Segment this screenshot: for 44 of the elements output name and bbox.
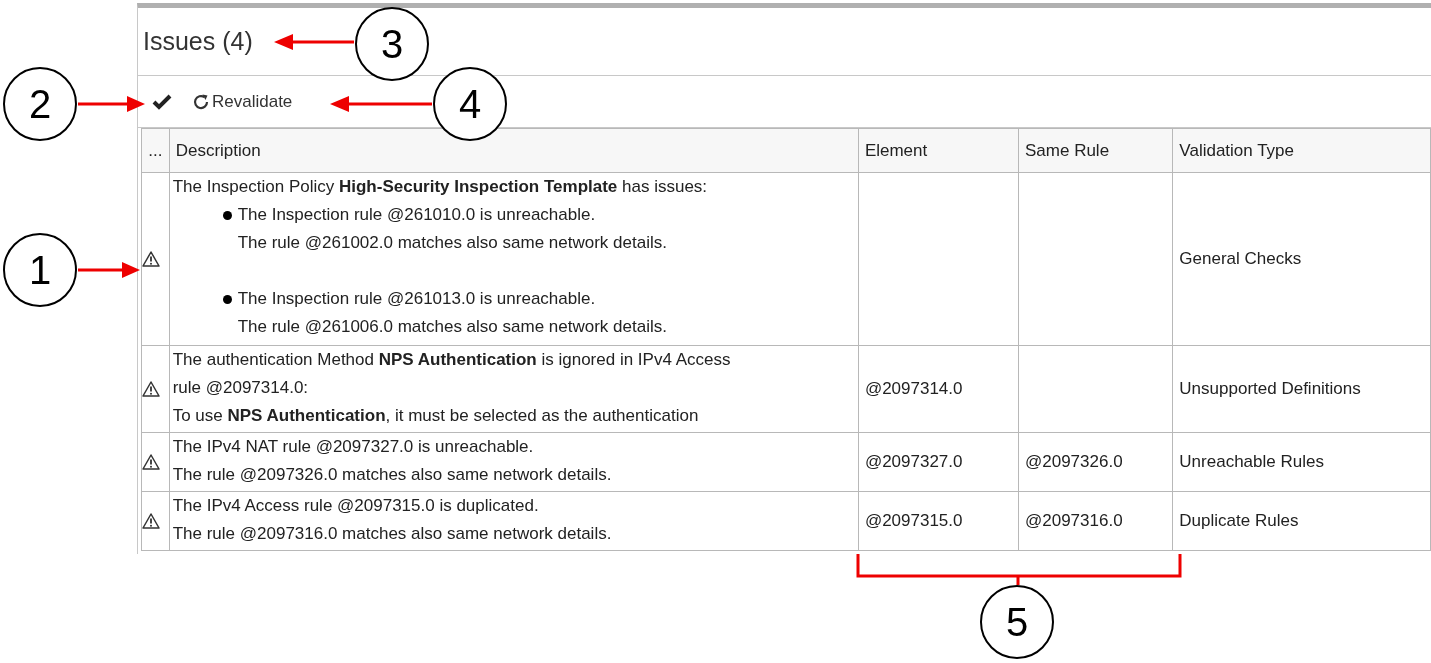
- warning-icon: [142, 381, 160, 397]
- check-button[interactable]: [152, 93, 172, 110]
- bullet-icon: [222, 211, 232, 220]
- callout-arrow: [78, 96, 145, 112]
- column-header[interactable]: Description: [169, 128, 859, 173]
- callout-marker: 2: [3, 67, 77, 141]
- table-cell-text: @2097315.0: [864, 511, 963, 531]
- callout-arrow: [78, 262, 140, 278]
- panel-title: Issues (4): [143, 25, 253, 57]
- refresh-icon: [192, 92, 210, 111]
- description-text: The rule @261006.0 matches also same network details.: [237, 316, 667, 338]
- column-header[interactable]: ...: [141, 128, 170, 173]
- column-header[interactable]: Element: [858, 128, 1019, 173]
- table-cell-text: Unreachable Rules: [1179, 452, 1324, 472]
- callout-marker: 5: [980, 585, 1054, 659]
- callout-marker: 1: [3, 233, 77, 307]
- warning-icon: [142, 251, 160, 267]
- description-text: The rule @2097316.0 matches also same network details.: [172, 523, 613, 545]
- table-cell-text: @2097314.0: [864, 379, 963, 399]
- table-cell-text: @2097327.0: [864, 452, 963, 472]
- description-text: The authentication Method NPS Authentication is ignored in IPv4 Access: [172, 349, 732, 371]
- description-text: The IPv4 Access rule @2097315.0 is duplicated.: [172, 495, 540, 517]
- check-icon: [152, 93, 172, 110]
- description-text: rule @2097314.0:: [172, 377, 310, 399]
- description-text: The Inspection rule @261010.0 is unreachable.: [237, 204, 597, 226]
- table-cell-text: Duplicate Rules: [1179, 511, 1299, 531]
- description-text: The Inspection rule @261013.0 is unreachable.: [237, 288, 597, 310]
- bullet-icon: [222, 295, 232, 304]
- revalidate-button[interactable]: Revalidate: [192, 88, 293, 115]
- column-header[interactable]: Validation Type: [1172, 128, 1431, 173]
- table-cell-text: Unsupported Definitions: [1179, 379, 1361, 399]
- description-text: The rule @2097326.0 matches also same network details.: [172, 464, 613, 486]
- column-header[interactable]: Same Rule: [1018, 128, 1173, 173]
- warning-icon: [142, 513, 160, 529]
- description-text: The Inspection Policy High-Security Inspection Template has issues:: [172, 176, 709, 198]
- callout-marker: 4: [433, 67, 507, 141]
- table-cell-text: General Checks: [1179, 249, 1302, 269]
- table-cell-text: @2097326.0: [1025, 452, 1123, 472]
- warning-icon: [142, 454, 160, 470]
- description-text: To use NPS Authentication, it must be selected as the authentication: [172, 405, 700, 427]
- description-text: The rule @261002.0 matches also same network details.: [237, 232, 667, 254]
- description-text: The IPv4 NAT rule @2097327.0 is unreachable.: [172, 436, 535, 458]
- table-cell-text: @2097316.0: [1025, 511, 1123, 531]
- callout-marker: 3: [355, 7, 429, 81]
